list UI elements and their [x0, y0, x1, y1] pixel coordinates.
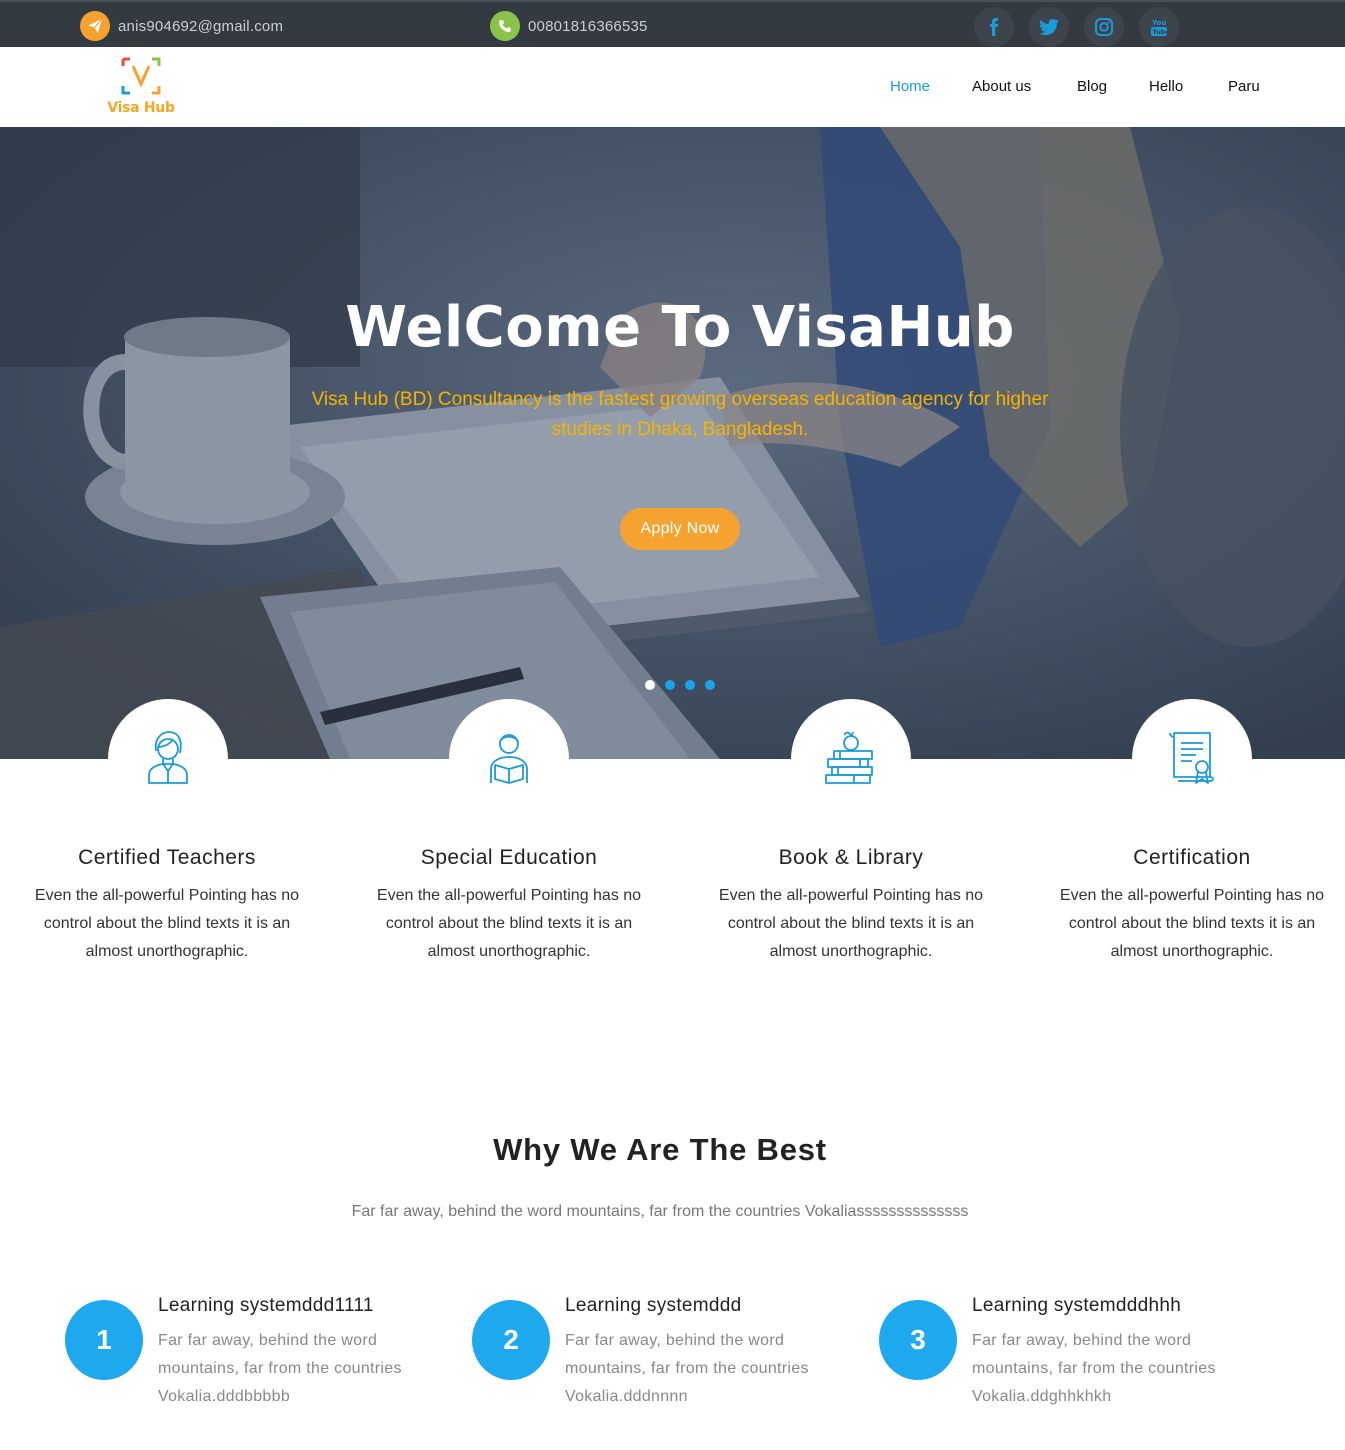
step-number-badge: 3 [879, 1300, 957, 1380]
teacher-icon [148, 731, 188, 784]
feature-icon-circle-2 [449, 699, 569, 819]
phone-contact[interactable]: 00801816366535 [490, 11, 648, 41]
feature-icon-circle-1 [108, 699, 228, 819]
top-contact-bar: anis904692@gmail.com 00801816366535 You T… [0, 0, 1345, 47]
step-item-3: Learning systemdddhhh Far far away, behi… [972, 1295, 1262, 1411]
phone-text[interactable]: 00801816366535 [528, 18, 648, 35]
nav-hello[interactable]: Hello [1149, 78, 1183, 95]
feature-book-library: Book & Library Even the all-powerful Poi… [706, 846, 996, 966]
student-reading-icon [490, 734, 528, 784]
feature-title: Book & Library [778, 846, 924, 869]
step-text: Far far away, behind the word mountains,… [158, 1332, 402, 1405]
visa-hub-logo[interactable]: Visa Hub [105, 56, 177, 120]
twitter-icon[interactable] [1029, 7, 1069, 47]
step-number-badge: 2 [472, 1300, 550, 1380]
feature-text: Even the all-powerful Pointing has no co… [1059, 887, 1325, 960]
books-apple-icon [825, 731, 873, 784]
step-title: Learning systemdddhhh [972, 1295, 1182, 1316]
slider-dot-3[interactable] [685, 680, 695, 690]
logo-text: Visa Hub [107, 100, 175, 116]
paper-plane-icon [80, 11, 110, 41]
feature-title: Certified Teachers [78, 846, 256, 869]
nav-about-us[interactable]: About us [972, 78, 1031, 95]
slider-dot-4[interactable] [705, 680, 715, 690]
logo-mark-icon [121, 57, 161, 95]
facebook-icon[interactable] [974, 7, 1014, 47]
youtube-icon[interactable]: You Tube [1139, 7, 1179, 47]
why-section-title: Why We Are The Best [493, 1132, 827, 1167]
nav-home[interactable]: Home [890, 78, 930, 95]
feature-special-education: Special Education Even the all-powerful … [364, 846, 654, 966]
feature-title: Certification [1133, 846, 1251, 869]
hero-slider: WelCome To VisaHub Visa Hub (BD) Consult… [0, 127, 1345, 759]
step-item-1: Learning systemddd1111 Far far away, beh… [158, 1295, 448, 1411]
why-section-subtitle: Far far away, behind the word mountains,… [351, 1203, 969, 1220]
feature-icon-circle-4 [1132, 699, 1252, 819]
instagram-icon[interactable] [1084, 7, 1124, 47]
svg-text:You: You [1151, 19, 1166, 27]
svg-text:Tube: Tube [1153, 28, 1169, 36]
step-number-badge: 1 [65, 1300, 143, 1380]
feature-text: Even the all-powerful Pointing has no co… [376, 887, 642, 960]
slider-dot-1[interactable] [645, 680, 655, 690]
phone-icon [490, 11, 520, 41]
slider-dot-2[interactable] [665, 680, 675, 690]
step-item-2: Learning systemddd Far far away, behind … [565, 1295, 855, 1411]
feature-text: Even the all-powerful Pointing has no co… [718, 887, 984, 960]
email-text[interactable]: anis904692@gmail.com [118, 18, 283, 35]
feature-title: Special Education [420, 846, 598, 869]
main-navbar: Visa Hub Home About us Blog Hello Paru [0, 47, 1345, 127]
hero-title: WelCome To VisaHub [345, 295, 1015, 360]
step-text: Far far away, behind the word mountains,… [972, 1332, 1216, 1405]
nav-paru[interactable]: Paru [1228, 78, 1260, 95]
feature-certified-teachers: Certified Teachers Even the all-powerful… [22, 846, 312, 966]
hero-subtitle: Visa Hub (BD) Consultancy is the fastest… [311, 389, 1049, 440]
step-title: Learning systemddd1111 [158, 1295, 374, 1316]
feature-icon-circle-3 [791, 699, 911, 819]
step-text: Far far away, behind the word mountains,… [565, 1332, 809, 1405]
feature-text: Even the all-powerful Pointing has no co… [34, 887, 300, 960]
step-title: Learning systemddd [565, 1295, 742, 1316]
certificate-icon [1169, 732, 1214, 784]
nav-blog[interactable]: Blog [1077, 78, 1107, 95]
apply-now-button[interactable]: Apply Now [620, 508, 740, 550]
email-contact[interactable]: anis904692@gmail.com [80, 11, 283, 41]
feature-certification: Certification Even the all-powerful Poin… [1047, 846, 1337, 966]
